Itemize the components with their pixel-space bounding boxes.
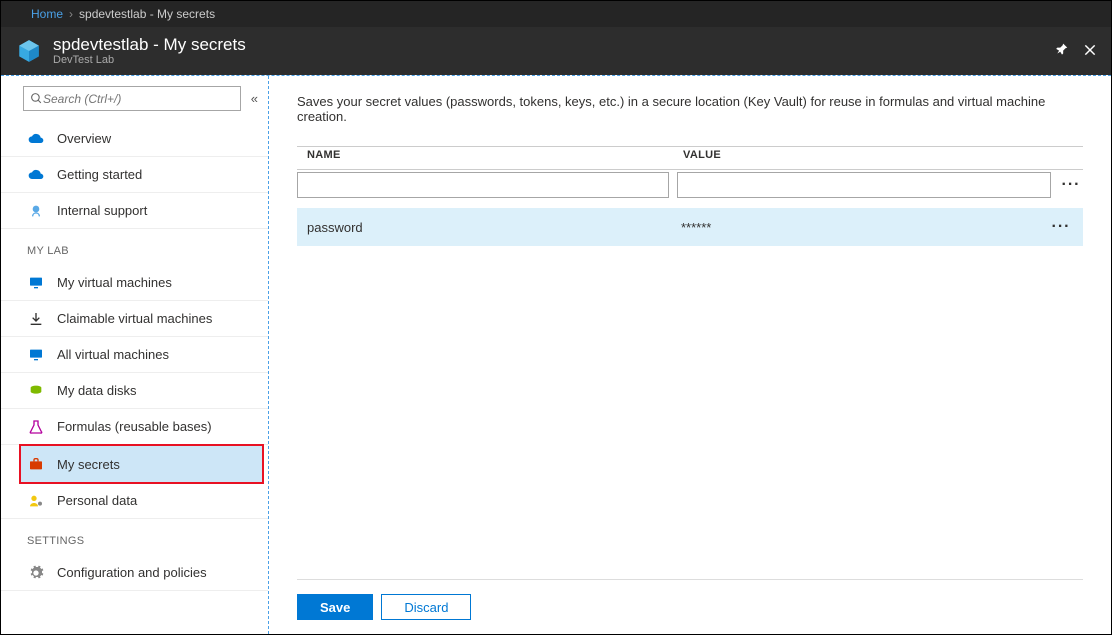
footer-actions: Save Discard — [297, 579, 1083, 634]
breadcrumb-current: spdevtestlab - My secrets — [79, 7, 215, 21]
sidebar-section-settings: SETTINGS — [1, 519, 268, 555]
cloud-icon — [27, 130, 45, 148]
monitors-icon — [27, 346, 45, 364]
sidebar-item-personal-data[interactable]: Personal data — [1, 483, 268, 519]
flask-icon — [27, 418, 45, 436]
support-icon — [27, 202, 45, 220]
person-gear-icon — [27, 492, 45, 510]
search-input-wrapper[interactable] — [23, 86, 241, 111]
search-input[interactable] — [43, 92, 234, 106]
download-icon — [27, 310, 45, 328]
secret-name-input[interactable] — [297, 172, 669, 198]
page-subtitle: DevTest Lab — [53, 54, 1055, 66]
sidebar-item-label: My virtual machines — [57, 275, 172, 290]
row-actions-icon[interactable]: ··· — [1059, 176, 1083, 194]
close-icon[interactable] — [1083, 43, 1097, 60]
breadcrumb-home[interactable]: Home — [31, 7, 63, 21]
cube-icon — [15, 37, 43, 65]
description-text: Saves your secret values (passwords, tok… — [297, 94, 1083, 124]
briefcase-icon — [27, 455, 45, 473]
sidebar-item-config-policies[interactable]: Configuration and policies — [1, 555, 268, 591]
sidebar: « Overview Getting started Internal supp… — [1, 76, 269, 634]
main-content: Saves your secret values (passwords, tok… — [269, 76, 1111, 634]
chevron-right-icon: › — [69, 7, 73, 21]
blade-header: spdevtestlab - My secrets DevTest Lab — [1, 27, 1111, 75]
save-button[interactable]: Save — [297, 594, 373, 620]
sidebar-item-label: Getting started — [57, 167, 142, 182]
sidebar-item-label: Personal data — [57, 493, 137, 508]
gear-icon — [27, 564, 45, 582]
discard-button[interactable]: Discard — [381, 594, 471, 620]
secret-value-input[interactable] — [677, 172, 1051, 198]
table-header: NAME VALUE — [297, 149, 1083, 169]
sidebar-item-label: All virtual machines — [57, 347, 169, 362]
breadcrumb: Home › spdevtestlab - My secrets — [1, 1, 1111, 27]
search-icon — [30, 92, 43, 105]
sidebar-item-label: Claimable virtual machines — [57, 311, 212, 326]
sidebar-item-getting-started[interactable]: Getting started — [1, 157, 268, 193]
sidebar-item-my-vms[interactable]: My virtual machines — [1, 265, 268, 301]
page-title: spdevtestlab - My secrets — [53, 36, 1055, 55]
table-row[interactable]: password ****** ··· — [297, 208, 1083, 246]
sidebar-item-claimable-vms[interactable]: Claimable virtual machines — [1, 301, 268, 337]
sidebar-item-overview[interactable]: Overview — [1, 121, 268, 157]
column-value: VALUE — [683, 149, 1053, 161]
new-secret-row: ··· — [297, 172, 1083, 198]
row-actions-icon[interactable]: ··· — [1049, 218, 1073, 236]
sidebar-item-my-secrets[interactable]: My secrets — [19, 444, 264, 484]
sidebar-item-label: Configuration and policies — [57, 565, 207, 580]
sidebar-item-formulas[interactable]: Formulas (reusable bases) — [1, 409, 268, 445]
sidebar-item-label: Internal support — [57, 203, 147, 218]
sidebar-item-label: Overview — [57, 131, 111, 146]
rocket-icon — [27, 166, 45, 184]
secret-value-cell: ****** — [681, 220, 1049, 235]
secret-name-cell: password — [307, 220, 681, 235]
sidebar-item-internal-support[interactable]: Internal support — [1, 193, 268, 229]
sidebar-item-label: Formulas (reusable bases) — [57, 419, 212, 434]
disks-icon — [27, 382, 45, 400]
column-name: NAME — [307, 149, 683, 161]
sidebar-item-label: My secrets — [57, 457, 120, 472]
monitor-icon — [27, 274, 45, 292]
sidebar-item-label: My data disks — [57, 383, 136, 398]
collapse-icon[interactable]: « — [251, 91, 258, 106]
sidebar-section-mylab: MY LAB — [1, 229, 268, 265]
pin-icon[interactable] — [1055, 43, 1069, 60]
sidebar-item-all-vms[interactable]: All virtual machines — [1, 337, 268, 373]
sidebar-item-data-disks[interactable]: My data disks — [1, 373, 268, 409]
